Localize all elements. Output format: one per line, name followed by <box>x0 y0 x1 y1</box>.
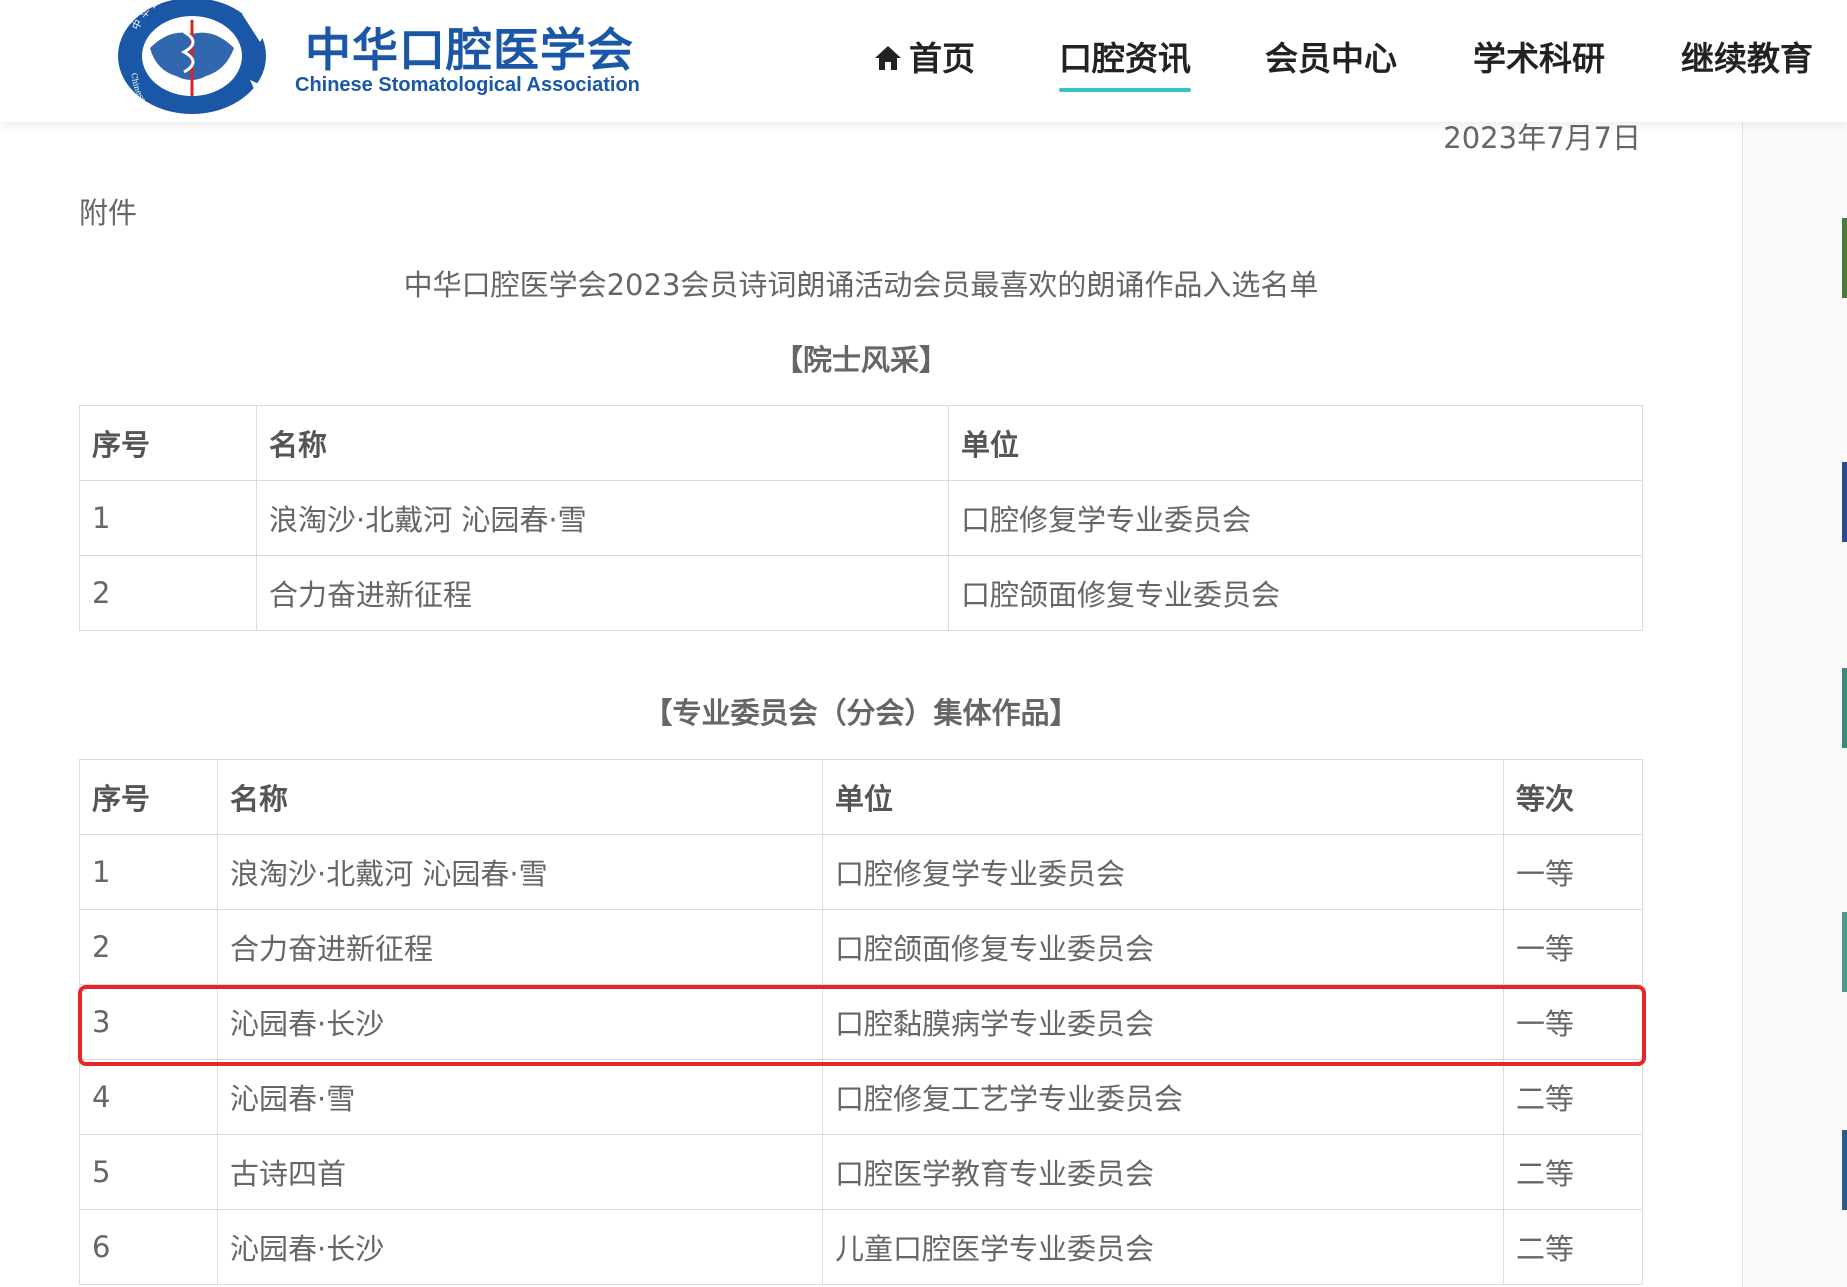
column-header-index: 序号 <box>79 759 218 835</box>
cell-name: 合力奋进新征程 <box>217 909 823 985</box>
cell-grade: 一等 <box>1503 834 1643 910</box>
cell-name: 沁园春·雪 <box>217 1059 823 1135</box>
nav-item-home[interactable]: 首页 <box>873 34 975 84</box>
sidebar-edge <box>1743 122 1847 1287</box>
logo-english-name[interactable]: Chinese Stomatological Association <box>295 74 640 97</box>
cell-name: 浪淘沙·北戴河 沁园春·雪 <box>217 834 823 910</box>
cell-index: 5 <box>79 1134 218 1210</box>
sidebar-thumbnail-edge[interactable] <box>1842 218 1847 298</box>
committee-works-table: 序号 名称 单位 等次 1 浪淘沙·北戴河 沁园春·雪 口腔修复学专业委员会 一… <box>79 759 1643 1285</box>
sidebar-thumbnail-edge[interactable] <box>1842 668 1847 748</box>
cell-name: 合力奋进新征程 <box>256 555 949 631</box>
cell-unit: 口腔医学教育专业委员会 <box>822 1134 1504 1210</box>
table-row-highlighted: 3 沁园春·长沙 口腔黏膜病学专业委员会 一等 <box>79 984 1643 1060</box>
cell-unit: 口腔黏膜病学专业委员会 <box>822 984 1504 1060</box>
table-row: 4 沁园春·雪 口腔修复工艺学专业委员会 二等 <box>79 1059 1643 1135</box>
cell-index: 3 <box>79 984 218 1060</box>
cell-index: 6 <box>79 1209 218 1285</box>
cell-unit: 儿童口腔医学专业委员会 <box>822 1209 1504 1285</box>
cell-index: 2 <box>79 555 257 631</box>
cell-index: 1 <box>79 480 257 556</box>
cell-unit: 口腔修复学专业委员会 <box>822 834 1504 910</box>
cell-unit: 口腔颌面修复专业委员会 <box>948 555 1643 631</box>
nav-item-home-label: 首页 <box>909 39 975 78</box>
cell-grade: 二等 <box>1503 1134 1643 1210</box>
cell-name: 沁园春·长沙 <box>217 1209 823 1285</box>
sidebar-thumbnail-edge[interactable] <box>1842 912 1847 992</box>
association-emblem-icon[interactable]: 中 华 口 腔 医 学 会 Chinese Stomatological Ass… <box>110 0 280 116</box>
cell-index: 4 <box>79 1059 218 1135</box>
column-header-grade: 等次 <box>1503 759 1643 835</box>
column-header-unit: 单位 <box>822 759 1504 835</box>
table-row: 1 浪淘沙·北戴河 沁园春·雪 口腔修复学专业委员会 <box>79 480 1643 556</box>
sidebar-thumbnail-edge[interactable] <box>1842 462 1847 542</box>
cell-name: 古诗四首 <box>217 1134 823 1210</box>
cell-grade: 一等 <box>1503 984 1643 1060</box>
table-row: 2 合力奋进新征程 口腔颌面修复专业委员会 一等 <box>79 909 1643 985</box>
cell-index: 2 <box>79 909 218 985</box>
nav-item-continuing-education[interactable]: 继续教育 <box>1681 34 1813 84</box>
table-header-row: 序号 名称 单位 等次 <box>79 759 1643 835</box>
nav-item-member-center[interactable]: 会员中心 <box>1265 34 1397 84</box>
cell-unit: 口腔修复学专业委员会 <box>948 480 1643 556</box>
attachment-label: 附件 <box>79 196 138 230</box>
column-header-name: 名称 <box>217 759 823 835</box>
column-header-unit: 单位 <box>948 405 1643 481</box>
table-header-row: 序号 名称 单位 <box>79 405 1643 481</box>
logo-chinese-name[interactable]: 中华口腔医学会 <box>305 14 634 80</box>
section-title-committee-works: 【专业委员会（分会）集体作品】 <box>643 696 1079 730</box>
sidebar-thumbnail-edge[interactable] <box>1842 1130 1847 1210</box>
table-row: 5 古诗四首 口腔医学教育专业委员会 二等 <box>79 1134 1643 1210</box>
cell-unit: 口腔颌面修复专业委员会 <box>822 909 1504 985</box>
table-row: 1 浪淘沙·北戴河 沁园春·雪 口腔修复学专业委员会 一等 <box>79 834 1643 910</box>
column-header-index: 序号 <box>79 405 257 481</box>
cell-index: 1 <box>79 834 218 910</box>
home-icon <box>875 46 901 70</box>
cell-grade: 二等 <box>1503 1209 1643 1285</box>
document-title: 中华口腔医学会2023会员诗词朗诵活动会员最喜欢的朗诵作品入选名单 <box>403 268 1319 302</box>
academicians-table: 序号 名称 单位 1 浪淘沙·北戴河 沁园春·雪 口腔修复学专业委员会 2 合力… <box>79 405 1643 631</box>
table-row: 6 沁园春·长沙 儿童口腔医学专业委员会 二等 <box>79 1209 1643 1285</box>
cell-name: 浪淘沙·北戴河 沁园春·雪 <box>256 480 949 556</box>
nav-item-academic-research[interactable]: 学术科研 <box>1473 34 1605 84</box>
column-header-name: 名称 <box>256 405 949 481</box>
section-title-academicians: 【院士风采】 <box>773 343 948 377</box>
cell-unit: 口腔修复工艺学专业委员会 <box>822 1059 1504 1135</box>
site-header: 中 华 口 腔 医 学 会 Chinese Stomatological Ass… <box>0 0 1847 122</box>
nav-item-oral-news[interactable]: 口腔资讯 <box>1059 34 1191 92</box>
table-row: 2 合力奋进新征程 口腔颌面修复专业委员会 <box>79 555 1643 631</box>
cell-grade: 一等 <box>1503 909 1643 985</box>
cell-grade: 二等 <box>1503 1059 1643 1135</box>
cell-name: 沁园春·长沙 <box>217 984 823 1060</box>
